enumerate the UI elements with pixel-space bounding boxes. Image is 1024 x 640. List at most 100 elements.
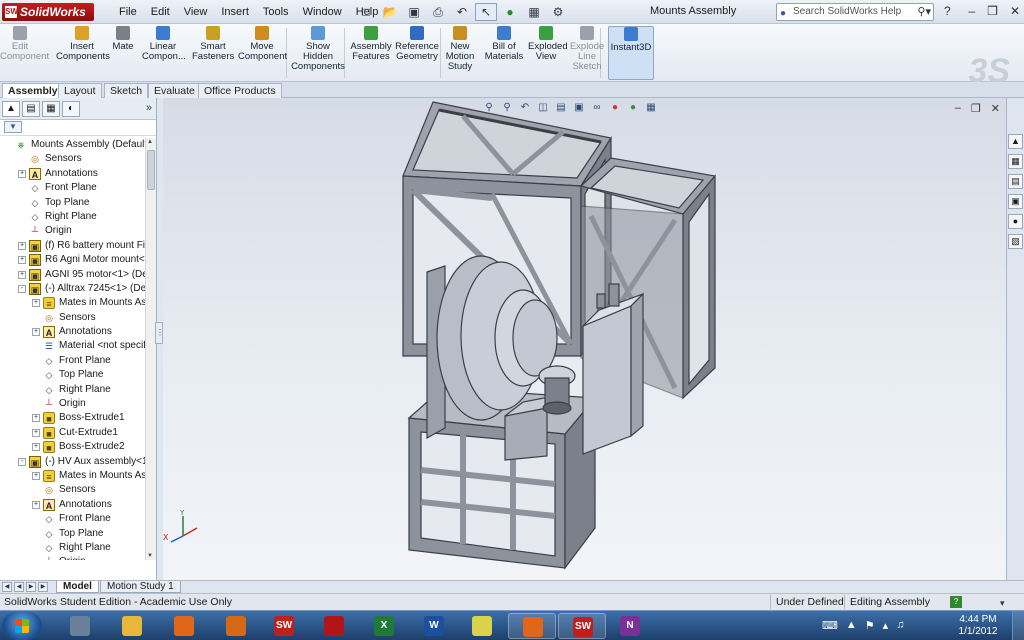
tree-node[interactable]: - ▣ (-) HV Aux assembly<1>: [0, 455, 146, 469]
custom-properties-icon[interactable]: ▧: [1008, 234, 1023, 249]
tree-node[interactable]: ◇ Top Plane: [0, 368, 146, 382]
linear-pattern-button[interactable]: Linear Compon...: [142, 26, 186, 80]
help-button[interactable]: ?: [944, 4, 951, 18]
tree-node[interactable]: + A Annotations: [0, 167, 146, 181]
close-icon[interactable]: ✕: [1010, 4, 1020, 18]
solidworks-resources-icon[interactable]: ▲: [1008, 134, 1023, 149]
expand-icon[interactable]: +: [32, 471, 40, 480]
solidworks-logo[interactable]: SW SolidWorks: [2, 3, 94, 21]
taskbar-app-firefox[interactable]: [160, 613, 208, 639]
motion-study-button[interactable]: New Motion Study: [444, 26, 476, 80]
appearances-icon[interactable]: ●: [1008, 214, 1023, 229]
taskbar-app-word[interactable]: W: [410, 613, 458, 639]
exploded-view-button[interactable]: Exploded View: [528, 26, 568, 80]
tab-sketch[interactable]: Sketch: [104, 83, 149, 98]
expand-tabs-icon[interactable]: »: [146, 102, 152, 114]
tree-node[interactable]: ◇ Front Plane: [0, 181, 146, 195]
feature-manager-tab-icon[interactable]: ▲: [2, 101, 20, 117]
taskbar-app-firefox[interactable]: [508, 613, 556, 639]
taskbar-app-explorer[interactable]: [108, 613, 156, 639]
mate-button[interactable]: Mate: [112, 26, 134, 80]
scroll-thumb[interactable]: [147, 150, 155, 190]
tree-node[interactable]: + A Annotations: [0, 498, 146, 512]
edit-component-button[interactable]: Edit Component: [0, 26, 49, 80]
print-icon[interactable]: ⎙: [427, 3, 449, 21]
tree-node[interactable]: ◎ Sensors: [0, 483, 146, 497]
tree-filter[interactable]: ▼: [0, 120, 156, 136]
status-options-icon[interactable]: ▾: [1000, 595, 1005, 611]
tree-node[interactable]: + ▣ R6 Agni Motor mount<1>: [0, 253, 146, 267]
tree-node[interactable]: ◎ Sensors: [0, 152, 146, 166]
tree-node[interactable]: ◇ Right Plane: [0, 383, 146, 397]
expand-icon[interactable]: +: [18, 169, 26, 178]
assembly-features-button[interactable]: Assembly Features: [348, 26, 394, 80]
menu-item-file[interactable]: File: [112, 6, 144, 18]
restore-icon[interactable]: ❐: [987, 4, 998, 18]
tree-node[interactable]: + A Annotations: [0, 325, 146, 339]
taskbar-app-document[interactable]: [56, 613, 104, 639]
scroll-down-icon[interactable]: ▼: [147, 553, 153, 559]
instant3d-button[interactable]: Instant3D: [608, 26, 654, 80]
expand-icon[interactable]: +: [32, 414, 40, 423]
taskbar-app-solidworks[interactable]: SW: [260, 613, 308, 639]
tab-evaluate[interactable]: Evaluate: [148, 83, 201, 98]
tree-scrollbar[interactable]: ▲ ▼: [145, 138, 156, 560]
select-pointer-icon[interactable]: ↖: [475, 3, 497, 21]
tree-node[interactable]: ┴ Origin: [0, 555, 146, 560]
tree-node[interactable]: ◇ Top Plane: [0, 196, 146, 210]
configuration-manager-tab-icon[interactable]: ▦: [42, 101, 60, 117]
new-document-icon[interactable]: □: [355, 3, 377, 21]
file-properties-icon[interactable]: ▦: [523, 3, 545, 21]
menu-item-view[interactable]: View: [177, 6, 215, 18]
prev-tab-icon[interactable]: ◀: [14, 582, 24, 592]
tree-node[interactable]: + ■ Boss-Extrude2: [0, 440, 146, 454]
design-library-icon[interactable]: ▦: [1008, 154, 1023, 169]
property-manager-tab-icon[interactable]: ▤: [22, 101, 40, 117]
taskbar-clock[interactable]: 4:44 PM 1/1/2012: [956, 614, 1000, 638]
expand-icon[interactable]: +: [18, 256, 26, 265]
graphics-viewport[interactable]: ⚲ ⚲ ↶ ◫ ▤ ▣ ∞ ● ● ▦ – ❐ ✕ X Y: [163, 98, 1006, 580]
next-tab-icon[interactable]: ▶: [26, 582, 36, 592]
assembly-3d-model[interactable]: [163, 98, 1006, 580]
action-center-icon[interactable]: ⚑: [865, 619, 875, 632]
taskbar-app-sticky-notes[interactable]: [458, 613, 506, 639]
rebuild-traffic-light-icon[interactable]: ●: [499, 3, 521, 21]
insert-components-button[interactable]: Insert Components: [56, 26, 110, 80]
keyboard-icon[interactable]: ⌨: [822, 619, 838, 632]
taskbar-app-solidworks[interactable]: SW: [558, 613, 606, 639]
expand-icon[interactable]: +: [32, 428, 40, 437]
tree-node[interactable]: ◇ Top Plane: [0, 527, 146, 541]
tree-node[interactable]: ◇ Right Plane: [0, 210, 146, 224]
options-gear-icon[interactable]: ⚙: [547, 3, 569, 21]
taskbar-app-acrobat[interactable]: [310, 613, 358, 639]
tree-node[interactable]: + ■ Cut-Extrude1: [0, 426, 146, 440]
tree-node[interactable]: +≡ Mates in Mounts Assembly: [0, 469, 146, 483]
tree-node[interactable]: ◇ Right Plane: [0, 541, 146, 555]
volume-icon[interactable]: ♫: [896, 619, 904, 632]
model-tab[interactable]: Model: [56, 581, 99, 593]
expand-icon[interactable]: +: [18, 241, 26, 250]
expand-icon[interactable]: +: [32, 328, 40, 337]
move-component-button[interactable]: Move Component: [238, 26, 287, 80]
tree-node[interactable]: +▣ AGNI 95 motor<1> (Default): [0, 268, 146, 282]
tab-office-products[interactable]: Office Products: [198, 83, 282, 98]
tree-node[interactable]: ◇ Front Plane: [0, 354, 146, 368]
menu-item-window[interactable]: Window: [296, 6, 349, 18]
filter-funnel-icon[interactable]: ▼: [4, 121, 22, 133]
undo-icon[interactable]: ↶: [451, 3, 473, 21]
expand-icon[interactable]: +: [32, 299, 40, 308]
save-icon[interactable]: ▣: [403, 3, 425, 21]
display-manager-tab-icon[interactable]: ◐: [62, 101, 80, 117]
tree-node[interactable]: +▣ (f) R6 battery mount Final<1>: [0, 239, 146, 253]
taskbar-app-excel[interactable]: X: [360, 613, 408, 639]
scroll-up-icon[interactable]: ▲: [147, 139, 153, 145]
explode-line-button[interactable]: Explode Line Sketch: [568, 26, 606, 80]
expand-icon[interactable]: +: [18, 270, 26, 279]
tree-node[interactable]: ◎ Sensors: [0, 311, 146, 325]
expand-icon[interactable]: +: [32, 500, 40, 509]
panel-splitter-handle[interactable]: ⋮: [155, 322, 164, 344]
menu-item-insert[interactable]: Insert: [214, 6, 256, 18]
expand-icon[interactable]: +: [32, 443, 40, 452]
show-hidden-button[interactable]: Show Hidden Components: [290, 26, 346, 80]
file-explorer-icon[interactable]: ▤: [1008, 174, 1023, 189]
